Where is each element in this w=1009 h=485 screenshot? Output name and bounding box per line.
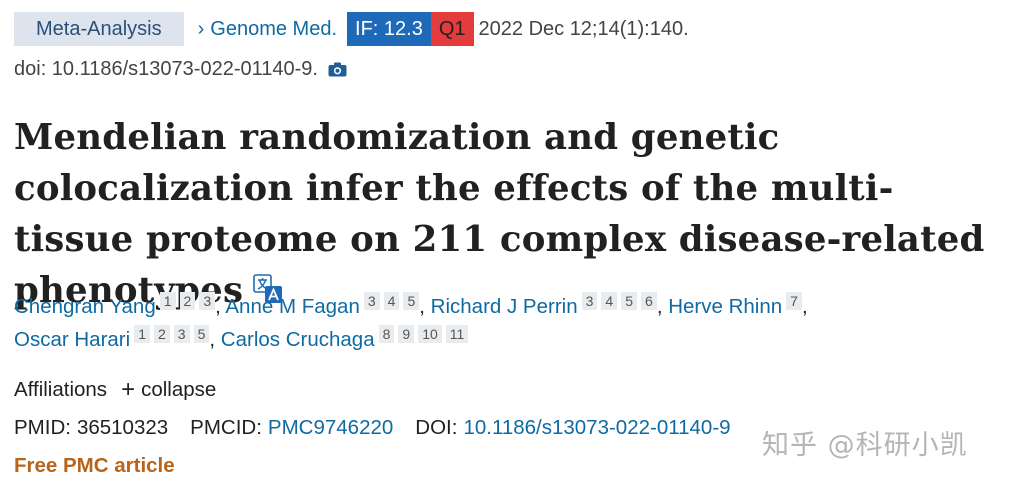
article-title-text: Mendelian randomization and genetic colo… [14,117,985,311]
impact-factor-badge: IF: 12.3 [347,12,431,46]
affiliation-ref[interactable]: 5 [193,325,210,343]
free-pmc-article-badge[interactable]: Free PMC article [14,454,175,478]
affiliations-row: Affiliations + collapse [14,378,216,402]
article-title: Mendelian randomization and genetic colo… [14,112,1004,316]
doi-link[interactable]: 10.1186/s13073-022-01140-9 [463,416,730,440]
affiliation-ref[interactable]: 3 [199,292,216,310]
author-link[interactable]: Anne M Fagan [225,295,359,318]
affiliation-ref[interactable]: 7 [786,292,802,310]
plus-icon[interactable]: + [121,378,135,402]
journal-name[interactable]: Genome Med. [210,18,337,41]
affiliation-ref[interactable]: 9 [398,325,415,343]
citation-date: 2022 Dec 12;14(1):140. [478,17,689,40]
affiliation-ref[interactable]: 5 [403,292,420,310]
pmid-label: PMID: [14,416,71,439]
affiliation-ref[interactable]: 2 [179,292,196,310]
affiliations-toggle[interactable]: collapse [141,378,216,402]
affiliation-ref[interactable]: 11 [445,325,469,343]
quartile-badge: Q1 [430,12,474,46]
citation-header: Meta-Analysis › Genome Med. IF: 12.3 Q1 … [14,12,689,46]
doi-text: doi: 10.1186/s13073-022-01140-9. [14,58,318,80]
affiliations-label: Affiliations [14,378,108,401]
author-list: Chengran Yang 1 2 3, Anne M Fagan 3 4 5, Richa… [14,292,808,351]
chevron-right-icon: › [197,17,205,40]
author-link[interactable]: Chengran Yang [14,295,156,318]
author-link[interactable]: Oscar Harari [14,328,130,351]
watermark: 知乎 @科研小凯 [762,430,968,461]
pmid-value: 36510323 [76,416,169,439]
article-type-badge[interactable]: Meta-Analysis [14,12,184,46]
affiliation-ref[interactable]: 3 [173,325,190,343]
affiliation-ref[interactable]: 5 [621,292,638,310]
author-link[interactable]: Herve Rhinn [668,295,782,318]
affiliation-ref[interactable]: 1 [134,325,150,343]
affiliation-ref[interactable]: 2 [153,325,170,343]
affiliation-ref[interactable]: 4 [601,292,618,310]
doi-label: DOI: [415,416,458,439]
affiliation-ref[interactable]: 8 [378,325,395,343]
affiliation-ref[interactable]: 4 [383,292,400,310]
author-link[interactable]: Richard J Perrin [431,295,578,318]
author-link[interactable]: Carlos Cruchaga [221,328,375,351]
camera-icon[interactable] [328,62,347,77]
identifiers-row: PMID: 36510323 PMCID: PMC9746220 DOI: 10… [14,416,753,440]
pmcid-link[interactable]: PMC9746220 [268,416,393,440]
affiliation-ref[interactable]: 3 [581,292,598,310]
affiliation-ref[interactable]: 10 [418,325,442,343]
affiliation-ref[interactable]: 1 [159,292,176,310]
affiliation-ref[interactable]: 6 [641,292,657,310]
pmcid-label: PMCID: [190,416,262,439]
affiliation-ref[interactable]: 3 [363,292,380,310]
doi-line: doi: 10.1186/s13073-022-01140-9. [14,58,347,81]
journal-link[interactable]: › Genome Med. [198,18,337,41]
